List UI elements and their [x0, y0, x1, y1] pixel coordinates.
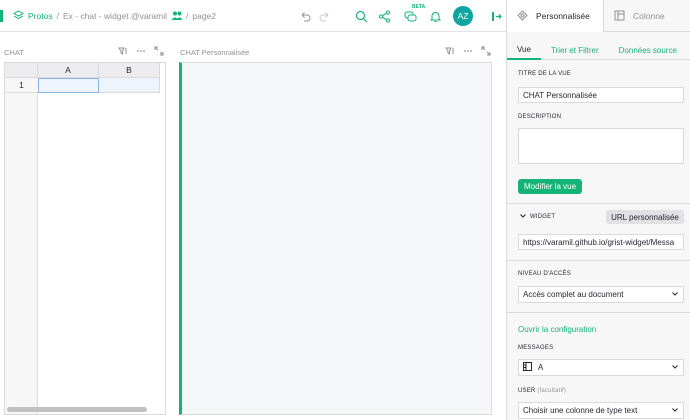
sort-filter-icon[interactable]: [445, 46, 455, 58]
access-level-select[interactable]: Accès complet au document: [518, 286, 684, 303]
avatar[interactable]: AZ: [453, 6, 473, 26]
divider: [507, 260, 690, 261]
beta-badge: BETA: [412, 4, 426, 10]
view-subtabs: Vue Trier et Filtrer Données source: [507, 40, 690, 60]
column-icon: [614, 10, 625, 23]
table-cell[interactable]: [38, 78, 99, 93]
pages-icon: [12, 10, 25, 21]
horizontal-scrollbar[interactable]: [7, 407, 147, 412]
bell-icon[interactable]: [428, 9, 442, 23]
divider: [507, 312, 690, 313]
creator-panel: Personnalisée Colonne Vue Trier et Filtr…: [506, 0, 690, 420]
tab-personnalisee[interactable]: Personnalisée: [507, 0, 604, 32]
tab-label: Colonne: [633, 11, 665, 21]
view-title-label: TITRE DE LA VUE: [518, 71, 572, 77]
breadcrumb-separator: /: [56, 10, 59, 21]
expand-icon[interactable]: [481, 46, 491, 58]
sort-filter-icon[interactable]: [118, 46, 128, 58]
share-users-icon[interactable]: [171, 10, 183, 21]
messages-column-select[interactable]: A: [518, 359, 684, 376]
left-panel-toggle[interactable]: [0, 10, 3, 22]
divider: [507, 203, 690, 204]
row-header-column: [5, 63, 38, 414]
user-value: Choisir une colonne de type text: [523, 406, 638, 415]
breadcrumb-separator: /: [186, 10, 189, 21]
subtab-donnees-source[interactable]: Données source: [609, 40, 687, 60]
access-level-value: Accès complet au document: [523, 290, 624, 299]
description-label: DESCRIPTION: [518, 114, 562, 120]
data-table: A B 1: [4, 62, 166, 415]
user-optional-text: (facultatif): [537, 388, 567, 394]
expand-icon[interactable]: [154, 46, 164, 58]
undo-icon[interactable]: [298, 9, 312, 23]
tab-label: Personnalisée: [536, 11, 590, 21]
breadcrumb: Protos / Ex - chat - widget @varamil / p…: [12, 10, 216, 21]
column-header-a[interactable]: A: [38, 63, 99, 78]
chevron-down-icon: [671, 363, 679, 373]
column-header-b[interactable]: B: [99, 63, 160, 78]
subtab-trier-filtrer[interactable]: Trier et Filtrer: [541, 40, 609, 60]
user-label: USER (facultatif): [518, 388, 566, 394]
redo-icon[interactable]: [318, 9, 332, 23]
table-cell[interactable]: [99, 78, 160, 93]
row-number[interactable]: 1: [5, 78, 38, 93]
section-title-widget[interactable]: CHAT Personnalisée: [180, 48, 249, 57]
search-icon[interactable]: [354, 9, 368, 23]
assistant-icon[interactable]: [403, 9, 417, 23]
open-configuration-link[interactable]: Ouvrir la configuration: [518, 325, 596, 334]
widget-icon: [517, 9, 528, 23]
view-title-input[interactable]: CHAT Personnalisée: [518, 87, 684, 103]
section-title-chat[interactable]: CHAT: [4, 48, 24, 57]
user-label-text: USER: [518, 388, 536, 394]
description-field[interactable]: [518, 128, 684, 164]
panel-icon[interactable]: [489, 9, 503, 23]
chevron-down-icon: [671, 290, 679, 300]
breadcrumb-doc[interactable]: Ex - chat - widget @varamil: [63, 11, 167, 21]
subtab-vue[interactable]: Vue: [507, 40, 541, 60]
custom-widget-frame[interactable]: [179, 62, 492, 415]
widget-label: WIDGET: [530, 214, 556, 220]
share-icon[interactable]: [377, 9, 391, 23]
messages-label: MESSAGES: [518, 345, 554, 351]
widget-url-input[interactable]: https://varamil.github.io/grist-widget/M…: [518, 234, 684, 250]
more-icon[interactable]: [136, 46, 146, 58]
chevron-down-icon[interactable]: [519, 212, 527, 222]
chevron-down-icon: [671, 406, 679, 416]
top-bar: Protos / Ex - chat - widget @varamil / p…: [0, 0, 506, 32]
modify-view-button[interactable]: Modifier la vue: [518, 179, 583, 194]
breadcrumb-page[interactable]: page2: [192, 11, 216, 21]
custom-url-button[interactable]: URL personnalisée: [606, 210, 684, 224]
access-level-label: NIVEAU D'ACCÈS: [518, 271, 571, 277]
table-corner[interactable]: [5, 63, 38, 78]
table-column-icon: [523, 362, 532, 373]
breadcrumb-project[interactable]: Protos: [28, 11, 53, 21]
tab-colonne[interactable]: Colonne: [604, 0, 690, 32]
creator-panel-tabs: Personnalisée Colonne: [507, 0, 690, 32]
user-column-select[interactable]: Choisir une colonne de type text: [518, 402, 684, 419]
more-icon[interactable]: [463, 46, 473, 58]
messages-value: A: [538, 363, 544, 372]
